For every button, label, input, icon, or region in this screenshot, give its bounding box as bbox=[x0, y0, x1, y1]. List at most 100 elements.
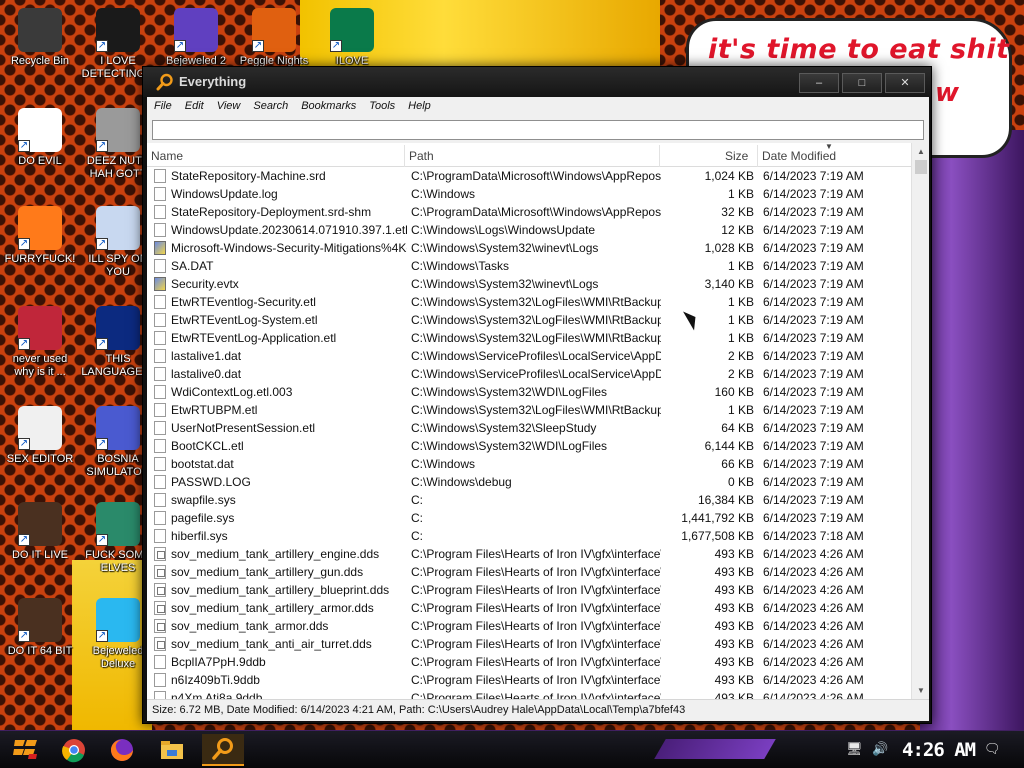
table-row[interactable]: StateRepository-Machine.srd C:\ProgramDat… bbox=[147, 167, 911, 185]
cell-path: C:\Program Files\Hearts of Iron IV\gfx\i… bbox=[411, 691, 661, 699]
taskbar-chrome-button[interactable] bbox=[56, 734, 92, 766]
table-row[interactable]: sov_medium_tank_artillery_gun.dds C:\Prog… bbox=[147, 563, 911, 581]
desktop-icon[interactable]: ↗ DO IT 64 BIT bbox=[2, 598, 78, 658]
taskbar-explorer-button[interactable] bbox=[154, 734, 190, 766]
menu-edit[interactable]: Edit bbox=[178, 97, 210, 112]
desktop-icon[interactable]: ↗ DO IT LIVE bbox=[2, 502, 78, 562]
scroll-down-arrow-icon[interactable]: ▼ bbox=[912, 682, 929, 699]
menu-view[interactable]: View bbox=[210, 97, 247, 112]
column-header-path[interactable]: Path bbox=[409, 149, 434, 163]
file-icon bbox=[154, 187, 166, 201]
file-icon bbox=[154, 547, 166, 561]
everything-window[interactable]: Everything – □ ✕ File Edit View Search Bookm… bbox=[142, 66, 932, 724]
table-row[interactable]: hiberfil.sys C: 1,677,508 KB 6/14/2023 7:18… bbox=[147, 527, 911, 545]
notification-icon[interactable]: 🗨 bbox=[984, 741, 1001, 757]
table-row[interactable]: EtwRTEventlog-Security.etl C:\Windows\Sys… bbox=[147, 293, 911, 311]
column-divider[interactable] bbox=[757, 145, 758, 167]
shortcut-arrow-icon: ↗ bbox=[96, 238, 108, 250]
file-icon bbox=[154, 601, 166, 615]
shortcut-arrow-icon: ↗ bbox=[252, 40, 264, 52]
cell-name: PASSWD.LOG bbox=[171, 475, 251, 489]
cell-name: StateRepository-Deployment.srd-shm bbox=[171, 205, 372, 219]
table-row[interactable]: sov_medium_tank_artillery_armor.dds C:\Pr… bbox=[147, 599, 911, 617]
menu-file[interactable]: File bbox=[147, 97, 178, 112]
cell-date: 6/14/2023 7:18 AM bbox=[763, 529, 864, 543]
table-row[interactable]: sov_medium_tank_anti_air_turret.dds C:\Pr… bbox=[147, 635, 911, 653]
cell-date: 6/14/2023 4:26 AM bbox=[763, 583, 864, 597]
network-icon[interactable]: 🖥 bbox=[846, 741, 863, 757]
table-row[interactable]: SA.DAT C:\Windows\Tasks 1 KB 6/14/2023 7:19… bbox=[147, 257, 911, 275]
column-header-size[interactable]: Size bbox=[725, 149, 748, 163]
table-row[interactable]: UserNotPresentSession.etl C:\Windows\Syst… bbox=[147, 419, 911, 437]
table-row[interactable]: sov_medium_tank_artillery_blueprint.dds C… bbox=[147, 581, 911, 599]
table-row[interactable]: WdiContextLog.etl.003 C:\Windows\System32… bbox=[147, 383, 911, 401]
table-row[interactable]: BcplIA7PpH.9ddb C:\Program Files\Hearts o… bbox=[147, 653, 911, 671]
menu-tools[interactable]: Tools bbox=[362, 97, 401, 112]
table-row[interactable]: WindowsUpdate.log C:\Windows 1 KB 6/14/2023… bbox=[147, 185, 911, 203]
cell-name: BootCKCL.etl bbox=[171, 439, 244, 453]
cell-date: 6/14/2023 7:19 AM bbox=[763, 421, 864, 435]
table-row[interactable]: lastalive1.dat C:\Windows\ServiceProfiles… bbox=[147, 347, 911, 365]
maximize-button[interactable]: □ bbox=[842, 73, 882, 93]
minimize-button[interactable]: – bbox=[799, 73, 839, 93]
cell-path: C:\Windows\System32\SleepStudy bbox=[411, 421, 597, 435]
desktop-icon[interactable]: ↗ SEX EDITOR bbox=[2, 406, 78, 466]
cell-path: C: bbox=[411, 493, 423, 507]
chrome-icon: ↗ bbox=[18, 108, 62, 152]
cell-date: 6/14/2023 7:19 AM bbox=[763, 295, 864, 309]
table-row[interactable]: n6Iz409bTi.9ddb C:\Program Files\Hearts o… bbox=[147, 671, 911, 689]
menu-search[interactable]: Search bbox=[246, 97, 294, 112]
column-divider[interactable] bbox=[659, 145, 660, 167]
table-row[interactable]: WindowsUpdate.20230614.071910.397.1.etl C… bbox=[147, 221, 911, 239]
table-row[interactable]: EtwRTEventLog-Application.etl C:\Windows\… bbox=[147, 329, 911, 347]
taskbar-clock[interactable]: 4:26 AM bbox=[902, 739, 976, 761]
scroll-up-arrow-icon[interactable]: ▲ bbox=[912, 143, 929, 160]
table-row[interactable]: pagefile.sys C: 1,441,792 KB 6/14/2023 7:19… bbox=[147, 509, 911, 527]
table-row[interactable]: EtwRTEventLog-System.etl C:\Windows\Syste… bbox=[147, 311, 911, 329]
cell-size: 1,677,508 KB bbox=[681, 529, 754, 543]
desktop-icon[interactable]: ↗ DO EVIL bbox=[2, 108, 78, 168]
volume-icon[interactable]: 🔊 bbox=[872, 741, 888, 757]
cell-size: 2 KB bbox=[727, 349, 754, 363]
sort-arrow-icon: ▼ bbox=[825, 143, 833, 151]
cell-path: C:\Program Files\Hearts of Iron IV\gfx\i… bbox=[411, 637, 661, 651]
event-log-file-icon bbox=[154, 277, 166, 291]
taskbar-everything-button[interactable] bbox=[202, 734, 244, 766]
desktop-icon[interactable]: ↗ FURRYFUCK! bbox=[2, 206, 78, 266]
scrollbar-thumb[interactable] bbox=[915, 160, 927, 174]
table-row[interactable]: swapfile.sys C: 16,384 KB 6/14/2023 7:19 AM bbox=[147, 491, 911, 509]
column-header-name[interactable]: Name bbox=[151, 149, 183, 163]
search-input[interactable] bbox=[152, 120, 924, 140]
vertical-scrollbar[interactable]: ▲ ▼ bbox=[911, 143, 929, 699]
menu-bookmarks[interactable]: Bookmarks bbox=[294, 97, 362, 112]
window-titlebar[interactable]: Everything – □ ✕ bbox=[143, 67, 931, 97]
desktop-icon[interactable]: ↗ never used why is it ... bbox=[2, 306, 78, 379]
table-row[interactable]: lastalive0.dat C:\Windows\ServiceProfiles… bbox=[147, 365, 911, 383]
table-row[interactable]: PASSWD.LOG C:\Windows\debug 0 KB 6/14/2023 … bbox=[147, 473, 911, 491]
desktop-icon[interactable]: ↗ ILOVE bbox=[314, 8, 390, 68]
start-button[interactable] bbox=[8, 734, 44, 766]
cell-size: 493 KB bbox=[714, 601, 754, 615]
desktop-icon[interactable]: ↗ Bejeweled 2 bbox=[158, 8, 234, 68]
cell-name: StateRepository-Machine.srd bbox=[171, 169, 326, 183]
table-row[interactable]: n4Xm Ati8a.9ddb C:\Program Files\Hearts o… bbox=[147, 689, 911, 699]
close-button[interactable]: ✕ bbox=[885, 73, 925, 93]
table-row[interactable]: EtwRTUBPM.etl C:\Windows\System32\LogFile… bbox=[147, 401, 911, 419]
table-row[interactable]: Security.evtx C:\Windows\System32\winevt\… bbox=[147, 275, 911, 293]
table-row[interactable]: sov_medium_tank_artillery_engine.dds C:\P… bbox=[147, 545, 911, 563]
table-row[interactable]: Microsoft-Windows-Security-Mitigations%4… bbox=[147, 239, 911, 257]
table-row[interactable]: sov_medium_tank_armor.dds C:\Program File… bbox=[147, 617, 911, 635]
cell-path: C:\Windows\System32\WDI\LogFiles bbox=[411, 439, 608, 453]
menu-help[interactable]: Help bbox=[401, 97, 437, 112]
column-divider[interactable] bbox=[404, 145, 405, 167]
desktop-icon[interactable]: ↗ Peggle Nights bbox=[236, 8, 312, 68]
table-row[interactable]: StateRepository-Deployment.srd-shm C:\Pro… bbox=[147, 203, 911, 221]
desktop-icon[interactable]: Recycle Bin bbox=[2, 8, 78, 68]
results-list[interactable]: Name Path Size Date Modified ▼ StateRepo… bbox=[147, 143, 929, 699]
cell-path: C:\Program Files\Hearts of Iron IV\gfx\i… bbox=[411, 619, 661, 633]
cell-path: C:\Windows\ServiceProfiles\LocalService\… bbox=[411, 367, 661, 381]
column-header-date[interactable]: Date Modified bbox=[762, 149, 836, 163]
table-row[interactable]: bootstat.dat C:\Windows 66 KB 6/14/2023 7:1… bbox=[147, 455, 911, 473]
taskbar-firefox-button[interactable] bbox=[104, 734, 140, 766]
table-row[interactable]: BootCKCL.etl C:\Windows\System32\WDI\LogF… bbox=[147, 437, 911, 455]
